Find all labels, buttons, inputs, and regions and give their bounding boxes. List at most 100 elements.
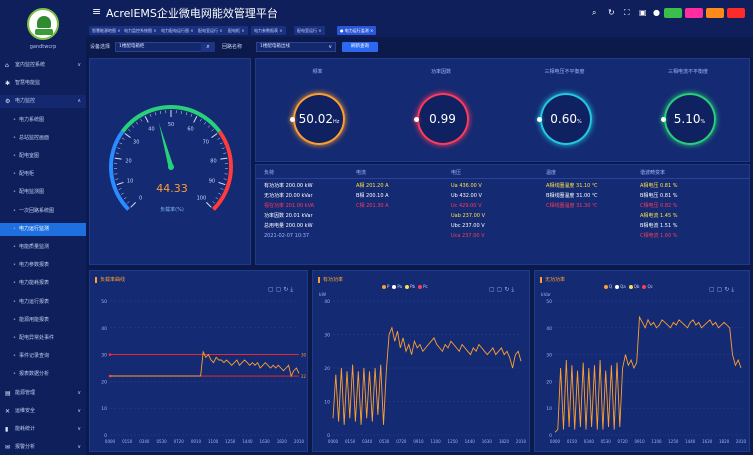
sidebar-item[interactable]: ⚙ 电力监控 ∧ <box>0 95 86 109</box>
header-badge[interactable] <box>664 8 682 18</box>
kpi-dot <box>660 117 666 122</box>
circuit-select[interactable]: 1楼配电箱出线 ∨ <box>256 42 336 52</box>
table-cell: A相电流 1.45 % <box>640 213 678 219</box>
x-tick-label: 0150 <box>567 439 578 444</box>
table-cell: B相线圈温度 31.00 ℃ <box>546 193 598 199</box>
gauge-tick <box>116 181 124 186</box>
bar-icon: ▮ <box>5 426 9 433</box>
kpi-value: 0.99 <box>417 93 469 145</box>
sidebar-item[interactable]: • 电能质量监测 <box>0 241 86 254</box>
x-tick-label: 0340 <box>584 439 595 444</box>
kpi-label: 三相电压不平衡度 <box>544 69 585 75</box>
kpi-card: 三相电压不平衡度 0.60% <box>503 59 626 163</box>
chevron-icon: ∨ <box>77 389 81 396</box>
tab-item[interactable]: 智慧能源地图 × <box>89 26 124 35</box>
reactive-power-chart: 010203040500000 0150 0340 0530 0720 0910 1100 1… <box>546 299 746 444</box>
gauge-tick <box>114 157 122 160</box>
sidebar-item-label: 总站监控画面 <box>19 134 50 141</box>
sidebar-item[interactable]: • 电力运行监测 <box>0 222 86 236</box>
gauge-tick <box>149 113 152 117</box>
sidebar-item[interactable]: ▮ 能耗统计 ∨ <box>0 423 86 436</box>
tab-item[interactable]: 配电柜 × <box>225 26 248 35</box>
device-select[interactable]: 1楼配电箱柜 <box>115 42 215 52</box>
monitor-icon[interactable]: ▣ <box>639 8 647 17</box>
gauge-tick <box>124 133 131 139</box>
gauge-tick <box>220 157 228 160</box>
header-badge[interactable] <box>685 8 703 18</box>
table-header: 负荷 <box>264 170 275 176</box>
kpi-unit: Hz <box>332 119 340 125</box>
table-header: 电压 <box>451 170 462 176</box>
sidebar-item[interactable]: • 配电室图 <box>0 150 86 163</box>
tab-item[interactable]: 电力监控系统图 × <box>121 26 160 35</box>
sidebar-item[interactable]: • 电力系统图 <box>0 114 86 127</box>
table-cell: C相 201.30 A <box>356 203 389 209</box>
load-gauge: 0 10 20 30 40 50 60 70 80 90 100 <box>109 105 233 211</box>
tab-item[interactable]: 配电室运行 × <box>195 26 226 35</box>
y-tick-label: 20 <box>101 379 107 385</box>
sidebar-item-label: 电力运行报表 <box>19 298 50 305</box>
kpi-dot <box>290 117 295 122</box>
bullet-icon: • <box>13 280 16 287</box>
gauge-tick <box>220 188 224 190</box>
threshold-label: 30 <box>301 353 307 358</box>
sidebar-item[interactable]: ✕ 运维安全 ∨ <box>0 405 86 418</box>
gauge-tick <box>219 142 223 145</box>
gauge-tick-label: 90 <box>209 178 215 184</box>
sidebar-item[interactable]: ⌂ 室内监控系统 ∨ <box>0 59 86 72</box>
sidebar-item[interactable]: ✱ 智慧电能监 <box>0 77 86 90</box>
x-tick-label: 0000 <box>105 439 116 444</box>
sidebar-item[interactable]: • 配电柜 <box>0 168 86 181</box>
series-line <box>332 326 522 425</box>
gauge-panel: 0 10 20 30 40 50 60 70 80 90 100 44.33 负载率(%) <box>89 58 251 265</box>
sidebar-item[interactable]: • 一次回路系统图 <box>0 205 86 218</box>
sidebar-item[interactable]: • 总站监控画面 <box>0 132 86 145</box>
sidebar-item[interactable]: • 事件记录查询 <box>0 350 86 363</box>
sidebar-item-label: 报警分析 <box>15 444 36 451</box>
gauge-tick <box>207 125 211 128</box>
x-tick-label: 1820 <box>719 439 730 444</box>
sidebar-item[interactable]: • 电力参数报表 <box>0 259 86 272</box>
tab-item[interactable]: 配电室运行 × <box>294 26 325 35</box>
sidebar-item[interactable]: ✉ 报警分析 ∨ <box>0 441 86 454</box>
refresh-icon[interactable]: ↻ <box>608 8 615 17</box>
gauge-tick <box>223 178 227 180</box>
header-badge[interactable] <box>706 8 724 18</box>
fullscreen-icon[interactable]: ⛶ <box>624 8 630 17</box>
x-tick-label: 0720 <box>174 439 185 444</box>
refresh-query-button[interactable]: 刷新查询 <box>342 42 378 52</box>
filter-bar: 设备选择 1楼配电箱柜 ⌕ 回路名称 1楼配电箱出线 ∨ 刷新查询 <box>86 38 753 56</box>
threshold-marker <box>108 353 112 356</box>
sidebar-item[interactable]: ▤ 能源管理 ∨ <box>0 387 86 400</box>
threshold-label: 22 <box>301 374 307 379</box>
tab-item[interactable]: 电力配电运行图 × <box>158 26 197 35</box>
menu-toggle-icon[interactable]: ≡ <box>92 6 101 18</box>
header-badge[interactable] <box>727 8 745 18</box>
search-icon[interactable]: ⌕ <box>592 8 596 17</box>
kpi-label: 频率 <box>312 69 323 75</box>
sidebar-item[interactable]: • 配电异常处事件 <box>0 332 86 345</box>
gauge-tick <box>135 121 139 125</box>
table-cell: Ubc 237.00 V <box>451 223 485 229</box>
settings-icon: ⚙ <box>5 98 11 106</box>
sidebar-item[interactable]: • 电力运行报表 <box>0 296 86 309</box>
user-icon[interactable]: ● <box>653 8 660 17</box>
gauge-tick <box>218 192 222 195</box>
sidebar-item[interactable]: • 配电监测图 <box>0 186 86 199</box>
table-cell: Uab 237.00 V <box>451 213 485 219</box>
x-tick-label: 0910 <box>634 439 645 444</box>
tab-item[interactable]: ● 电力运行监测 × <box>337 26 377 35</box>
gauge-hub <box>168 164 174 170</box>
gauge-tick-label: 30 <box>133 140 139 146</box>
logo-leaf <box>37 16 51 28</box>
gauge-tick <box>118 188 122 190</box>
gauge-tick <box>218 181 226 186</box>
table-cell: A相线圈温度 31.10 ℃ <box>546 183 598 189</box>
sidebar-item[interactable]: • 报表数据分析 <box>0 368 86 381</box>
sidebar-item[interactable]: • 电力能耗报表 <box>0 277 86 290</box>
tab-item[interactable]: 电力参数报表 × <box>251 26 286 35</box>
device-search-icon[interactable]: ⌕ <box>201 42 215 52</box>
sidebar-item[interactable]: • 能源用能报表 <box>0 314 86 327</box>
y-tick-label: 50 <box>101 299 107 305</box>
sidebar-item-label: 电力运行监测 <box>19 225 50 232</box>
